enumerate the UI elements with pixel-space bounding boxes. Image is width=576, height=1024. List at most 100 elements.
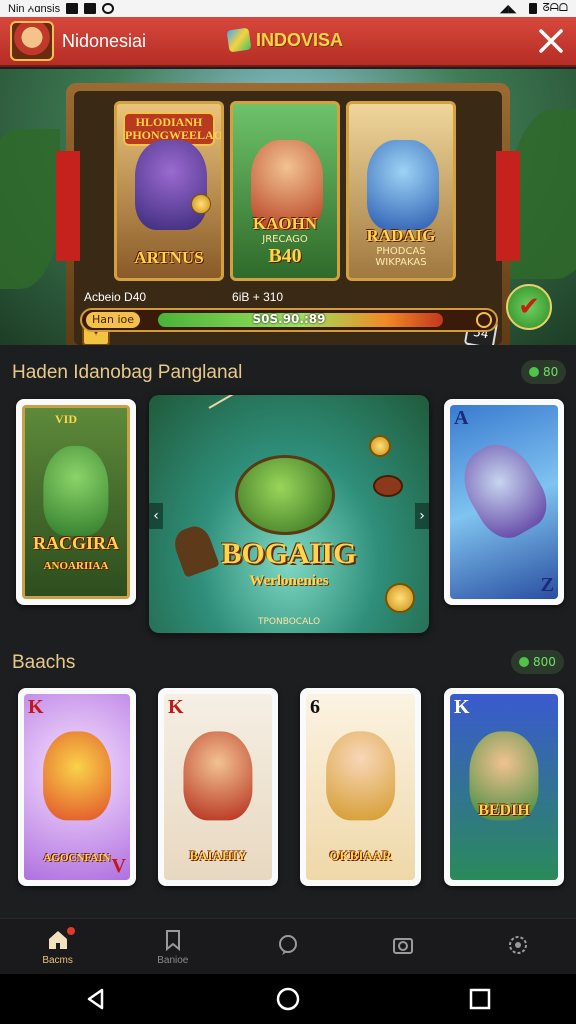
chat-icon [279,935,297,955]
tab-label: Banioe [157,954,189,966]
tab-camera[interactable] [346,919,461,974]
avatar[interactable] [10,21,54,61]
back-icon [87,988,104,1010]
game-card[interactable]: K V AGOCNFAIN [18,688,136,886]
hero-card-number: B40 [268,245,302,267]
princess-art [325,731,396,821]
tab-home[interactable]: Bacms [0,919,115,974]
fish-art [450,432,558,548]
app-screen: Nin ꭅɑnsis ◢◣ ᘔᗩᗝ Nidonesiai INDOVISA HL… [0,0,576,1024]
battery-icon [528,3,537,14]
carousel-prev-button[interactable]: ‹ [149,503,163,529]
featured-game-banner[interactable]: BOGAIIG Werlonenies TPONBOCALO ‹ › [149,395,429,633]
progress-value: S0S.90.:89 [252,312,326,326]
game-card-left[interactable]: VID RACGIRA ANOARIIAA [16,399,136,605]
region-label: Nidonesiai [62,30,147,51]
hero-card-extra: WIKPAKAS [375,257,427,268]
home-icon [48,930,67,949]
back-button[interactable] [76,979,116,1019]
home-nav-button[interactable] [268,979,308,1019]
home-circle-icon [276,987,300,1011]
tab-chat[interactable] [230,919,345,974]
carousel-next-button[interactable]: › [415,503,429,529]
hero-card-caption: KAOHN [252,214,318,233]
hero-card-sub: PHODCAS [376,246,426,257]
tab-saved[interactable]: Banioe [115,919,230,974]
featured-foot: TPONBOCALO [257,617,321,627]
section-title-cards: Baachs [12,652,76,673]
barrel-icon [373,475,403,497]
camera-icon [393,938,414,954]
coin-icon [191,194,211,214]
brand-logo-icon [226,27,252,53]
card-corner-top: K [168,696,184,718]
hero-card-sub: JRECAGO [262,234,308,245]
hero-card-2[interactable]: KAOHN JRECAGO B40 [230,101,340,281]
notification-dot [67,927,76,935]
card-caption: RACGIRA [32,533,119,553]
card-corner-top: A [454,407,469,429]
notification-icon [66,3,79,14]
jungle-leaf [0,129,60,289]
pill-value: 80 [543,365,559,379]
gem-icon [519,657,529,667]
goblin-art [43,445,109,536]
featured-title: BOGAIIG [221,537,357,570]
stat-left: Acbeio D40 [84,290,147,304]
fish-art [43,731,111,821]
recents-icon [469,988,491,1010]
card-corner-top: K [454,696,470,718]
chevron-right-icon: › [419,508,425,524]
progress-end-icon [476,312,492,328]
stat-right: 6iB + 310 [232,290,284,304]
bottom-tab-bar: Bacms Banioe [0,918,576,974]
game-card[interactable]: 6 OKBIAAR [300,688,421,886]
section-pill[interactable]: 800 [511,650,564,674]
hero-card-caption: ARTNUS [134,248,204,267]
close-button[interactable] [536,27,566,57]
close-icon [539,29,563,53]
card-corner-top: K [28,696,44,718]
section-pill[interactable]: 80 [521,360,567,384]
game-card-right[interactable]: A Z [444,399,564,605]
card-top-label: VID [55,412,78,426]
card-sub: ANOARIIAA [43,560,109,572]
signal-icon: ◢◣ [499,3,517,15]
goblin-art [135,140,207,230]
carrier-text: Nin ꭅɑnsis [8,3,61,15]
circle-icon [102,3,115,14]
hero-card-1[interactable]: HLODIANH PHONGWEELAOS ARTNUS [114,101,224,281]
hero-card-3[interactable]: RADAIG PHODCAS WIKPAKAS [346,101,456,281]
section-title-featured: Haden Idanobag Panglanal [12,362,243,383]
featured-subtitle: Werlonenies [249,573,329,589]
game-card[interactable]: K BEDIH [444,688,564,886]
tab-label: Bacms [42,954,73,966]
fishing-rod [208,395,340,409]
notification-icon [84,3,97,14]
coin-icon [369,435,391,457]
brand-title: INDOVISA [256,29,344,50]
hero-frame: HLODIANH PHONGWEELAOS ARTNUS KAOHN JRECA… [56,83,520,345]
chevron-left-icon: ‹ [153,508,159,524]
gem-icon [529,367,539,377]
progress-bar: Han ioe S0S.90.:89 [80,308,498,332]
brand: INDOVISA [226,27,344,53]
ribbon-right [496,151,520,261]
app-header: Nidonesiai INDOVISA [0,17,576,67]
claim-button[interactable]: ✔ [506,284,552,330]
status-bar: Nin ꭅɑnsis ◢◣ ᘔᗩᗝ [0,0,576,17]
card-caption: AGOCNFAIN [43,852,111,864]
tab-settings[interactable] [461,919,576,974]
card-caption: BAIAHIY [189,848,247,863]
clock-text: ᘔᗩᗝ [542,2,568,14]
warrior-art [183,731,253,821]
bookmark-icon [165,929,180,951]
hero-card-caption: RADAIG [366,226,436,245]
ribbon-left [56,151,80,261]
card-corner-bottom: Z [540,574,554,596]
turtle-art [235,455,335,535]
recents-button[interactable] [460,979,500,1019]
system-nav-bar [0,974,576,1024]
game-card[interactable]: K BAIAHIY [158,688,278,886]
hero-stats: Acbeio D40 6iB + 310 [84,290,414,304]
